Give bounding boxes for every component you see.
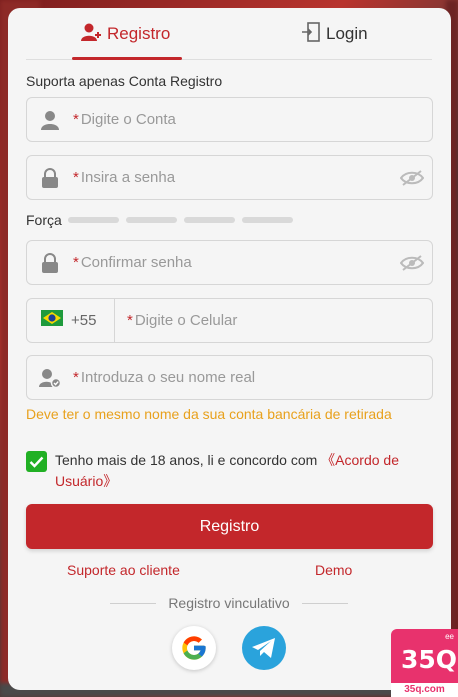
brand-logo: ee 35Q 35q.com [391,629,458,697]
google-login-button[interactable] [172,626,216,670]
tab-login-label: Login [326,24,368,43]
password-field[interactable]: * Insira a senha [26,155,433,200]
strength-segment [183,217,235,223]
confirm-placeholder: Confirmar senha [80,254,192,271]
agreement-checkbox[interactable] [26,451,47,472]
login-door-icon [302,21,320,47]
social-divider: Registro vinculativo [110,595,349,611]
required-marker: * [73,111,79,128]
phone-field[interactable]: +55 * Digite o Celular [26,298,433,343]
active-tab-indicator [72,57,182,60]
lock-icon [27,252,73,273]
account-placeholder: Digite o Conta [80,111,176,128]
social-divider-text: Registro vinculativo [168,595,290,611]
brand-corner-mark: ee [445,632,454,641]
required-marker: * [73,254,79,271]
real-name-placeholder: Introduza o seu nome real [80,369,256,386]
strength-segment [125,217,177,223]
brazil-flag-icon [41,310,63,331]
lock-icon [27,167,73,188]
required-marker: * [73,369,79,386]
password-strength: Força [26,212,300,228]
brand-name: 35Q [401,645,458,674]
add-user-icon [81,22,101,47]
telegram-icon [252,638,275,658]
required-marker: * [127,312,133,329]
country-code: +55 [71,312,97,329]
tab-register[interactable]: Registro [81,8,170,60]
google-icon [182,636,206,660]
telegram-login-button[interactable] [242,626,286,670]
demo-link[interactable]: Demo [315,562,352,578]
required-marker: * [73,169,79,186]
age-agreement: Tenho mais de 18 anos, li e concordo com… [26,450,426,492]
agreement-text: Tenho mais de 18 anos, li e concordo com [55,452,322,468]
tab-login[interactable]: Login [302,8,368,60]
register-button[interactable]: Registro [26,504,433,549]
user-verified-icon [27,368,73,388]
customer-support-link[interactable]: Suporte ao cliente [67,562,180,578]
real-name-field[interactable]: * Introduza o seu nome real [26,355,433,400]
auth-tabs: Registro Login [26,8,432,60]
strength-label: Força [26,212,62,228]
strength-segment [241,217,293,223]
confirm-password-field[interactable]: * Confirmar senha [26,240,433,285]
user-icon [27,110,73,130]
account-hint: Suporta apenas Conta Registro [26,73,223,89]
tab-register-label: Registro [107,24,171,43]
bank-name-warning: Deve ter o mesmo nome da sua conta bancá… [26,406,392,422]
country-code-selector[interactable]: +55 [27,299,115,342]
account-field[interactable]: * Digite o Conta [26,97,433,142]
register-card: Registro Login Suporta apenas Conta Regi… [8,8,451,690]
phone-placeholder: Digite o Celular [134,312,238,329]
checkmark-icon [29,456,44,468]
eye-closed-icon[interactable] [392,254,432,271]
password-placeholder: Insira a senha [80,169,176,186]
eye-closed-icon[interactable] [392,169,432,186]
strength-segment [67,217,119,223]
brand-domain: 35q.com [391,683,458,697]
